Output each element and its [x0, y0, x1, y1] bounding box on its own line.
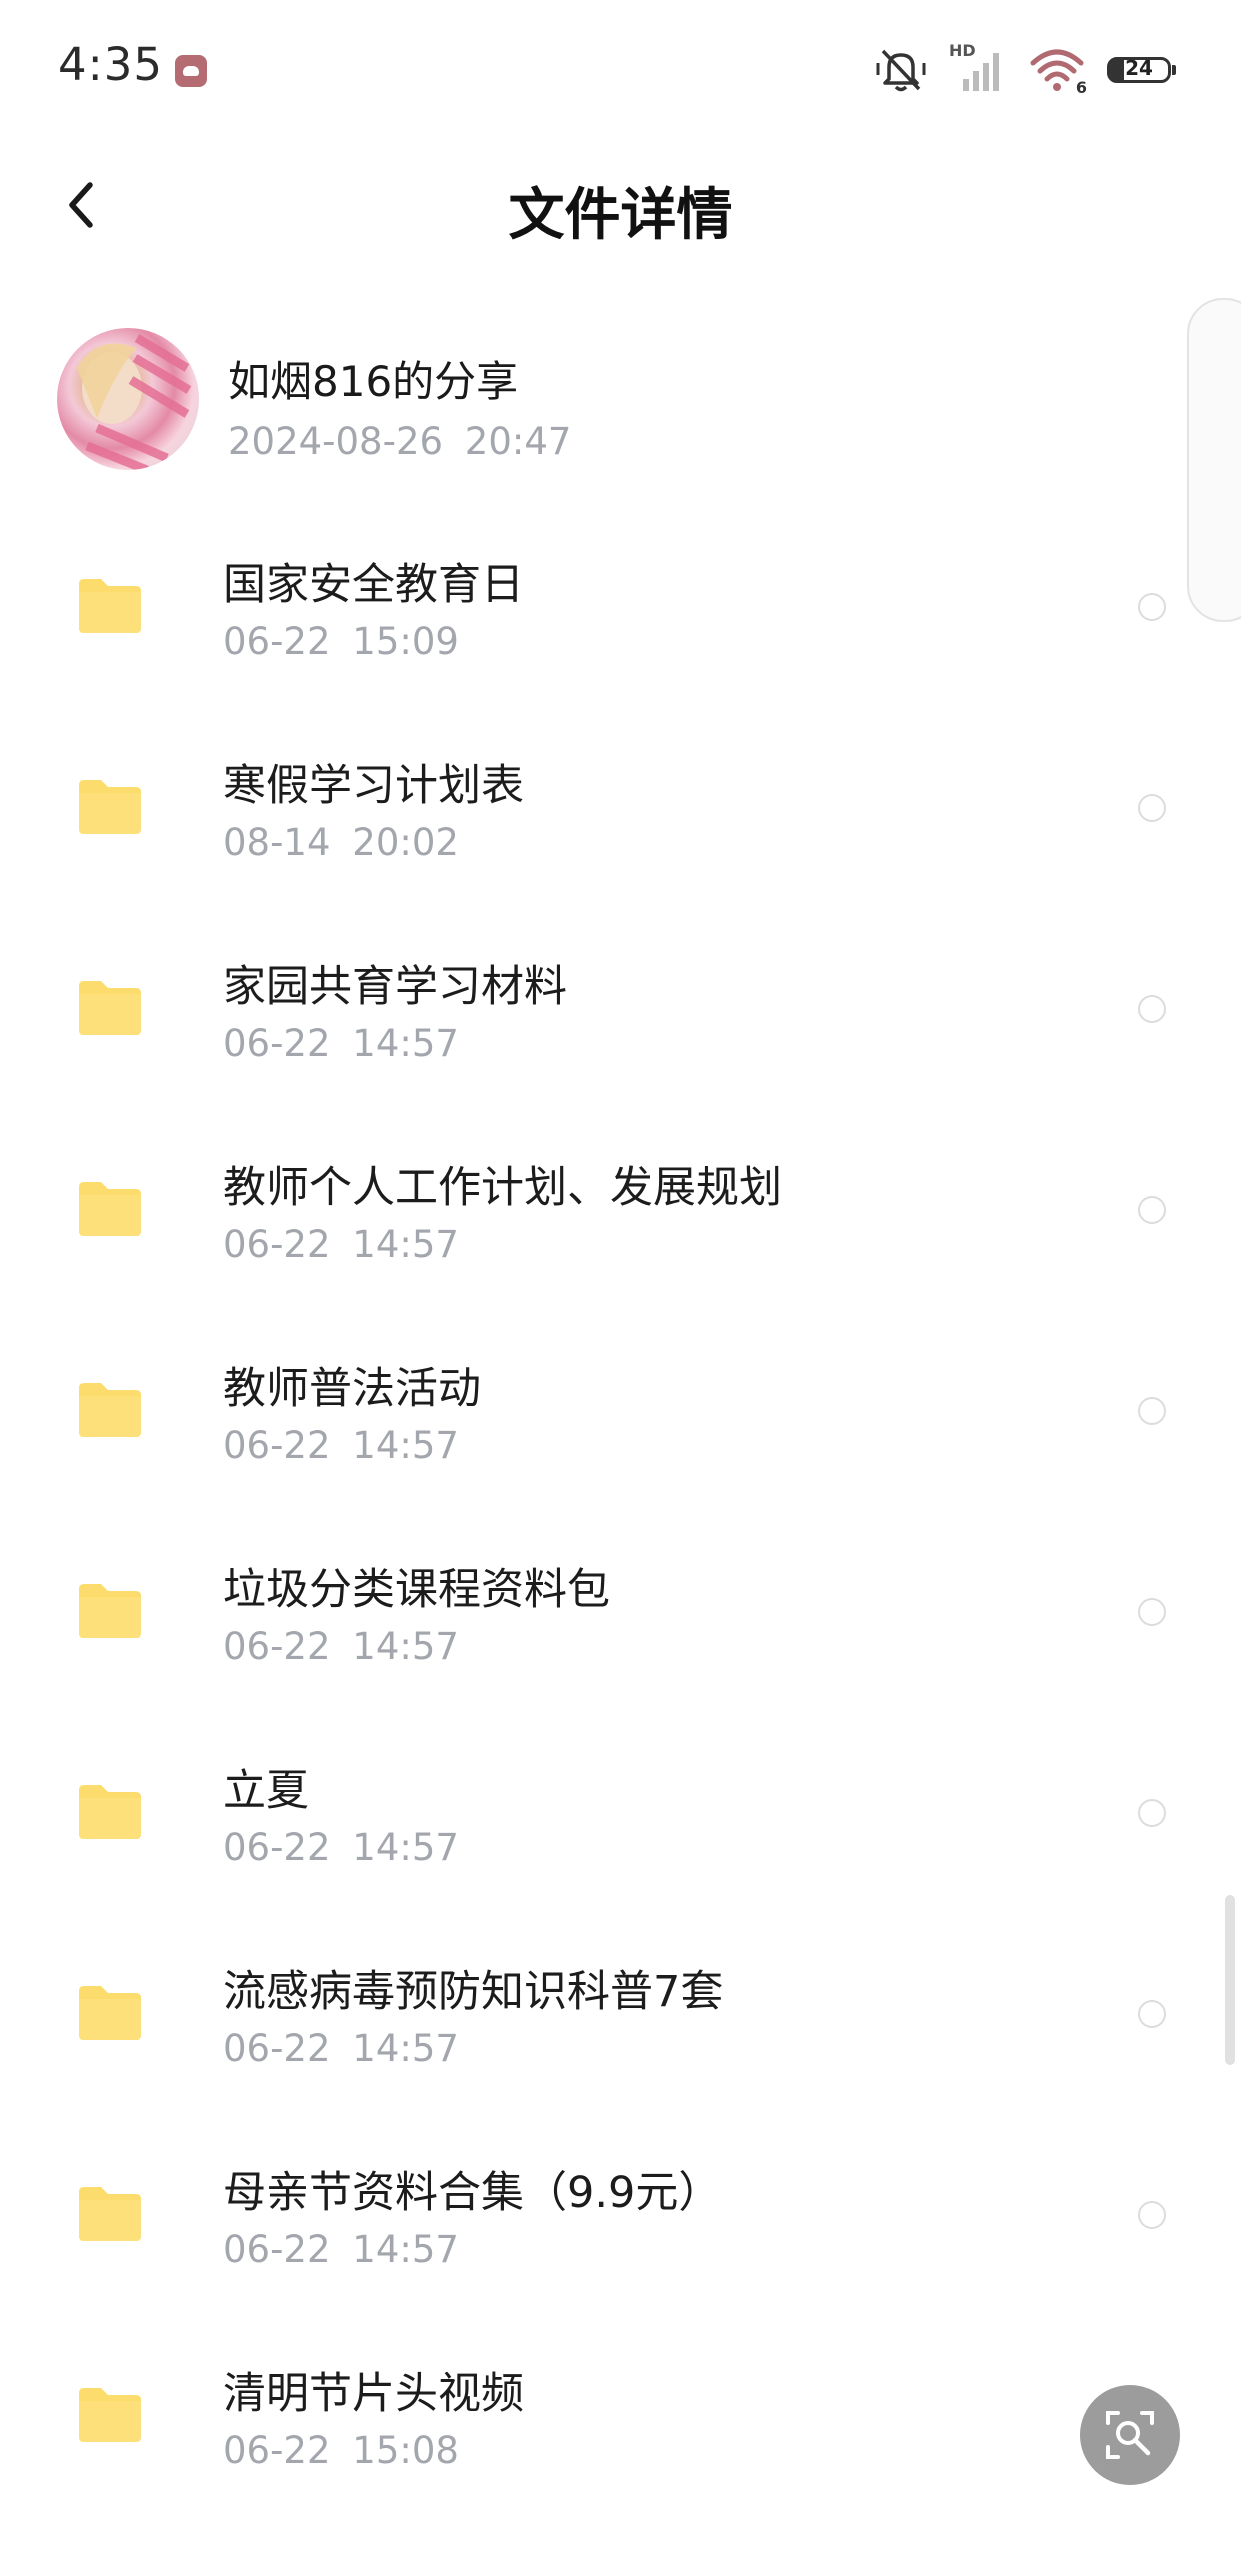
status-time: 4:35: [58, 38, 164, 91]
select-radio[interactable]: [1138, 1598, 1166, 1626]
select-radio[interactable]: [1138, 995, 1166, 1023]
signal-icon: HD: [949, 41, 1007, 93]
folder-icon: [79, 2187, 141, 2241]
file-name: 流感病毒预防知识科普7套: [223, 1967, 724, 2017]
file-row[interactable]: 母亲节资料合集（9.9元） 06-22 14:57: [0, 2108, 1241, 2309]
file-date: 06-22 14:57: [223, 1022, 459, 1065]
select-radio[interactable]: [1138, 2000, 1166, 2028]
file-list: 国家安全教育日 06-22 15:09 寒假学习计划表 08-14 20:02 …: [0, 500, 1241, 2510]
status-bar: 4:35 HD 6 24: [0, 0, 1241, 140]
folder-icon: [79, 981, 141, 1035]
file-name: 清明节片头视频: [223, 2369, 524, 2419]
file-name: 教师普法活动: [223, 1364, 481, 1414]
file-name: 国家安全教育日: [223, 560, 524, 610]
file-date: 06-22 15:09: [223, 620, 459, 663]
folder-icon: [79, 1785, 141, 1839]
file-name: 寒假学习计划表: [223, 761, 524, 811]
file-row[interactable]: 立夏 06-22 14:57: [0, 1706, 1241, 1907]
battery-icon: 24: [1107, 56, 1176, 83]
folder-icon: [79, 1986, 141, 2040]
select-radio[interactable]: [1138, 2201, 1166, 2229]
file-row[interactable]: 寒假学习计划表 08-14 20:02: [0, 701, 1241, 902]
file-name: 教师个人工作计划、发展规划: [223, 1163, 782, 1213]
scrollbar-thumb[interactable]: [1225, 1895, 1235, 2065]
mute-bell-icon: [876, 49, 926, 92]
select-radio[interactable]: [1138, 1799, 1166, 1827]
status-icons: HD 6 24: [875, 40, 1176, 100]
file-date: 06-22 14:57: [223, 1223, 459, 1266]
wifi-label: 6: [1075, 78, 1087, 97]
file-row[interactable]: 教师个人工作计划、发展规划 06-22 14:57: [0, 1103, 1241, 1304]
page-title: 文件详情: [508, 183, 733, 248]
file-row[interactable]: 流感病毒预防知识科普7套 06-22 14:57: [0, 1907, 1241, 2108]
select-radio[interactable]: [1138, 794, 1166, 822]
file-date: 06-22 14:57: [223, 1424, 459, 1467]
file-name: 家园共育学习材料: [223, 962, 567, 1012]
file-name: 立夏: [223, 1766, 309, 1816]
file-date: 08-14 20:02: [223, 821, 459, 864]
select-radio[interactable]: [1138, 1196, 1166, 1224]
file-row[interactable]: 国家安全教育日 06-22 15:09: [0, 500, 1241, 701]
folder-icon: [79, 579, 141, 633]
avatar[interactable]: [57, 328, 199, 470]
file-date: 06-22 14:57: [223, 2027, 459, 2070]
file-row[interactable]: 家园共育学习材料 06-22 14:57: [0, 902, 1241, 1103]
file-row[interactable]: 教师普法活动 06-22 14:57: [0, 1304, 1241, 1505]
file-date: 06-22 14:57: [223, 1625, 459, 1668]
file-date: 06-22 14:57: [223, 2228, 459, 2271]
file-name: 母亲节资料合集（9.9元）: [223, 2168, 722, 2218]
folder-icon: [79, 2388, 141, 2442]
folder-icon: [79, 1182, 141, 1236]
folder-icon: [79, 780, 141, 834]
battery-text: 24: [1125, 56, 1153, 80]
file-date: 06-22 15:08: [223, 2429, 459, 2472]
header: 文件详情: [0, 140, 1241, 270]
file-date: 06-22 14:57: [223, 1826, 459, 1869]
select-radio[interactable]: [1138, 593, 1166, 621]
wifi-icon: 6: [1029, 47, 1087, 97]
folder-icon: [79, 1584, 141, 1638]
file-name: 垃圾分类课程资料包: [223, 1565, 610, 1615]
sharer-name: 如烟816的分享: [228, 357, 519, 406]
share-date: 2024-08-26 20:47: [228, 420, 572, 463]
image-search-icon: [1106, 2411, 1154, 2459]
folder-icon: [79, 1383, 141, 1437]
sharer-info: 如烟816的分享 2024-08-26 20:47: [0, 320, 1241, 480]
image-search-button[interactable]: [1080, 2385, 1180, 2485]
file-row[interactable]: 垃圾分类课程资料包 06-22 14:57: [0, 1505, 1241, 1706]
file-row[interactable]: 清明节片头视频 06-22 15:08: [0, 2309, 1241, 2510]
select-radio[interactable]: [1138, 1397, 1166, 1425]
cloud-app-icon: [175, 55, 207, 87]
